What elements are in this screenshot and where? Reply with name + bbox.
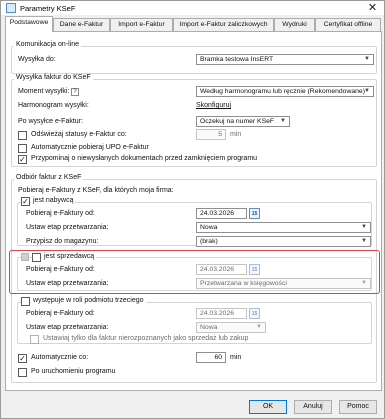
tab-import-zaliczkowych[interactable]: Import e-Faktur zaliczkowych bbox=[173, 18, 274, 31]
third-fetch-label: Pobieraj e-Faktury od: bbox=[26, 310, 95, 317]
chevron-down-icon: ▼ bbox=[280, 118, 286, 124]
refresh-label: Odświeżaj statusy e-Faktur co: bbox=[31, 131, 127, 138]
help-icon[interactable]: ? bbox=[71, 88, 79, 96]
seller-status-indicator bbox=[21, 253, 29, 261]
configure-schedule-link[interactable]: Skonfiguruj bbox=[196, 102, 231, 109]
only-unrecognized-checkbox[interactable] bbox=[30, 335, 39, 344]
app-icon bbox=[6, 3, 16, 13]
calendar-icon[interactable]: 15 bbox=[249, 308, 260, 319]
seller-checkbox[interactable] bbox=[32, 253, 41, 262]
refresh-unit: min bbox=[230, 131, 242, 138]
ok-button[interactable]: OK bbox=[249, 400, 287, 414]
auto-fetch-unit: min bbox=[230, 354, 242, 361]
seller-stage-value: Przetwarzana w księgowości bbox=[200, 280, 287, 287]
moment-value: Według harmonogramu lub ręcznie (Rekomen… bbox=[200, 88, 365, 95]
after-send-value: Oczekuj na numer KSeF bbox=[200, 118, 275, 125]
seller-stage-select[interactable]: Przetwarzana w księgowości ▼ bbox=[196, 278, 371, 289]
group-receive-title: Odbiór faktur z KSeF bbox=[14, 174, 84, 181]
tab-wydruki[interactable]: Wydruki bbox=[274, 18, 315, 31]
tab-import-efaktur[interactable]: Import e-Faktur bbox=[110, 18, 173, 31]
buyer-warehouse-value: (brak) bbox=[200, 238, 218, 245]
buyer-fetch-date[interactable]: 24.03.2026 bbox=[196, 208, 247, 219]
seller-fetch-date[interactable]: 24.03.2026 bbox=[196, 264, 247, 275]
tab-panel: Komunikacja on-line Wysyłka do: Bramka t… bbox=[5, 31, 382, 391]
chevron-down-icon: ▼ bbox=[361, 224, 367, 230]
third-fetch-date[interactable]: 24.03.2026 bbox=[196, 308, 247, 319]
tab-podstawowe[interactable]: Podstawowe bbox=[5, 16, 53, 32]
refresh-interval-input[interactable]: 5 bbox=[196, 129, 226, 140]
moment-select[interactable]: Według harmonogramu lub ręcznie (Rekomen… bbox=[196, 86, 374, 97]
third-stage-select[interactable]: Nowa ▼ bbox=[196, 322, 266, 333]
refresh-checkbox[interactable] bbox=[18, 131, 27, 140]
remind-checkbox[interactable] bbox=[18, 155, 27, 164]
close-icon[interactable]: ✕ bbox=[361, 1, 384, 15]
buyer-warehouse-select[interactable]: (brak) ▼ bbox=[196, 236, 371, 247]
buyer-stage-value: Nowa bbox=[200, 224, 218, 231]
third-stage-value: Nowa bbox=[200, 324, 218, 331]
calendar-icon[interactable]: 15 bbox=[249, 264, 260, 275]
title-bar: Parametry KSeF ✕ bbox=[1, 1, 384, 15]
auto-upo-checkbox[interactable] bbox=[18, 144, 27, 153]
remind-label: Przypominaj o niewysłanych dokumentach p… bbox=[31, 155, 258, 162]
buyer-stage-select[interactable]: Nowa ▼ bbox=[196, 222, 371, 233]
buyer-stage-label: Ustaw etap przetwarzania: bbox=[26, 224, 109, 231]
auto-fetch-checkbox[interactable] bbox=[18, 354, 27, 363]
moment-label: Moment wysyłki: bbox=[18, 88, 70, 95]
send-to-label: Wysyłka do: bbox=[18, 56, 56, 63]
window-title: Parametry KSeF bbox=[20, 4, 76, 13]
auto-fetch-label: Automatycznie co: bbox=[31, 354, 89, 361]
seller-stage-label: Ustaw etap przetwarzania: bbox=[26, 280, 109, 287]
auto-upo-label: Automatycznie pobieraj UPO e-Faktur bbox=[31, 144, 149, 151]
third-stage-label: Ustaw etap przetwarzania: bbox=[26, 324, 109, 331]
on-start-label: Po uruchomieniu programu bbox=[31, 368, 116, 375]
buyer-checkbox[interactable] bbox=[21, 197, 30, 206]
chevron-down-icon: ▼ bbox=[256, 324, 262, 330]
schedule-label: Harmonogram wysyłki: bbox=[18, 102, 89, 109]
calendar-icon[interactable]: 15 bbox=[249, 208, 260, 219]
cancel-button[interactable]: Anuluj bbox=[294, 400, 332, 414]
after-send-label: Po wysyłce e-Faktur: bbox=[18, 118, 83, 125]
chevron-down-icon: ▼ bbox=[361, 280, 367, 286]
after-send-select[interactable]: Oczekuj na numer KSeF ▼ bbox=[196, 116, 290, 127]
auto-fetch-interval-input[interactable]: 60 bbox=[196, 352, 226, 363]
send-to-value: Bramka testowa InsERT bbox=[200, 56, 274, 63]
buyer-title: jest nabywcą bbox=[31, 197, 76, 204]
on-start-checkbox[interactable] bbox=[18, 368, 27, 377]
third-party-checkbox[interactable] bbox=[21, 297, 30, 306]
buyer-fetch-label: Pobieraj e-Faktury od: bbox=[26, 210, 95, 217]
send-to-select[interactable]: Bramka testowa InsERT ▼ bbox=[196, 54, 374, 65]
third-party-title: występuje w roli podmiotu trzeciego bbox=[31, 297, 146, 304]
help-button[interactable]: Pomoc bbox=[339, 400, 377, 414]
seller-fetch-label: Pobieraj e-Faktury od: bbox=[26, 266, 95, 273]
chevron-down-icon: ▼ bbox=[364, 56, 370, 62]
group-sending-title: Wysyłka faktur do KSeF bbox=[14, 74, 93, 81]
buyer-warehouse-label: Przypisz do magazynu: bbox=[26, 238, 99, 245]
chevron-down-icon: ▼ bbox=[361, 238, 367, 244]
group-online-title: Komunikacja on-line bbox=[14, 41, 82, 48]
chevron-down-icon: ▼ bbox=[364, 88, 370, 94]
dialog-window: Parametry KSeF ✕ Podstawowe Dane e-Faktu… bbox=[0, 0, 385, 419]
seller-title: jest sprzedawcą bbox=[42, 253, 97, 260]
only-unrecognized-label: Ustawiaj tylko dla faktur nierozpoznanyc… bbox=[43, 335, 249, 342]
tab-dane-efaktur[interactable]: Dane e-Faktur bbox=[53, 18, 110, 31]
receive-intro: Pobieraj e-Faktury z KSeF, dla których m… bbox=[18, 187, 174, 194]
tab-certyfikat-offline[interactable]: Certyfikat offline bbox=[315, 18, 381, 31]
